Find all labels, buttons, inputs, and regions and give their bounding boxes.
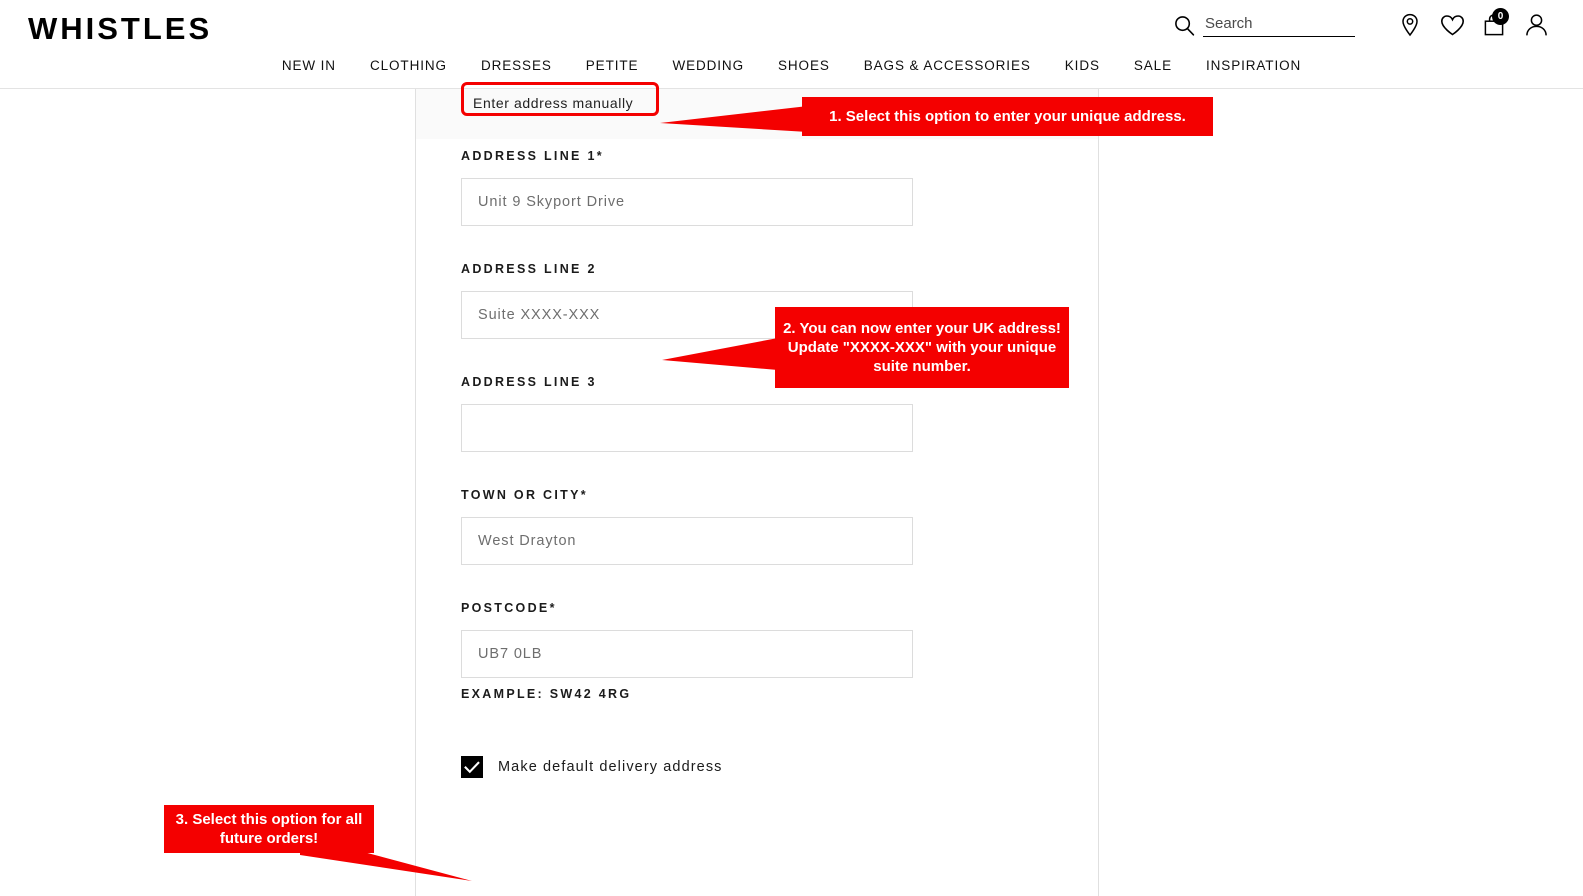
nav-item-new-in[interactable]: NEW IN <box>265 58 353 73</box>
field-postcode: POSTCODE* EXAMPLE: SW42 4RG <box>416 601 1098 701</box>
label-town-or-city: TOWN OR CITY* <box>461 488 1098 502</box>
label-text: ADDRESS LINE 2 <box>461 262 597 276</box>
label-text: ADDRESS LINE 1 <box>461 149 597 163</box>
search-input[interactable] <box>1203 15 1355 34</box>
address-line-1-input[interactable] <box>461 178 913 226</box>
page-root: WHISTLES Search 0 NEW IN CLOTHING DRESSE… <box>0 0 1583 896</box>
default-address-label[interactable]: Make default delivery address <box>498 759 723 775</box>
search-box[interactable] <box>1173 13 1355 37</box>
nav-item-inspiration[interactable]: INSPIRATION <box>1189 58 1318 73</box>
account-icon[interactable] <box>1515 9 1557 41</box>
required-marker: * <box>580 488 586 502</box>
main-navigation: NEW IN CLOTHING DRESSES PETITE WEDDING S… <box>0 58 1583 73</box>
address-form: ADDRESS LINE 1* ADDRESS LINE 2 ADDRESS L… <box>416 149 1098 778</box>
default-address-checkbox[interactable] <box>461 756 483 778</box>
default-address-row[interactable]: Make default delivery address <box>416 756 1098 778</box>
annotation-callout-1: 1. Select this option to enter your uniq… <box>802 97 1213 136</box>
site-header: WHISTLES Search 0 NEW IN CLOTHING DRESSE… <box>0 0 1583 89</box>
header-tools: 0 <box>1173 8 1557 41</box>
town-or-city-input[interactable] <box>461 517 913 565</box>
field-address-line-1: ADDRESS LINE 1* <box>416 149 1098 226</box>
label-text: ADDRESS LINE 3 <box>461 375 597 389</box>
nav-item-clothing[interactable]: CLOTHING <box>353 58 464 73</box>
brand-logo[interactable]: WHISTLES <box>28 10 212 48</box>
search-icon[interactable] <box>1173 13 1195 37</box>
required-marker: * <box>549 601 555 615</box>
nav-item-kids[interactable]: KIDS <box>1048 58 1117 73</box>
manual-address-link[interactable]: Enter address manually <box>473 95 634 115</box>
search-input-underline <box>1203 15 1355 37</box>
label-text: POSTCODE <box>461 601 550 615</box>
wishlist-icon[interactable] <box>1431 9 1473 41</box>
store-locator-icon[interactable] <box>1389 9 1431 41</box>
required-marker: * <box>596 149 602 163</box>
nav-item-dresses[interactable]: DRESSES <box>464 58 569 73</box>
postcode-example-note: EXAMPLE: SW42 4RG <box>461 687 632 701</box>
nav-item-petite[interactable]: PETITE <box>569 58 656 73</box>
nav-item-shoes[interactable]: SHOES <box>761 58 847 73</box>
label-address-line-1: ADDRESS LINE 1* <box>461 149 1098 163</box>
field-town-or-city: TOWN OR CITY* <box>416 488 1098 565</box>
address-form-column: Enter address manually ADDRESS LINE 1* A… <box>415 82 1099 896</box>
nav-item-bags-accessories[interactable]: BAGS & ACCESSORIES <box>847 58 1048 73</box>
annotation-callout-3: 3. Select this option for all future ord… <box>164 805 374 853</box>
bag-count-badge: 0 <box>1492 8 1509 25</box>
nav-item-wedding[interactable]: WEDDING <box>655 58 761 73</box>
annotation-callout-2: 2. You can now enter your UK address! Up… <box>775 307 1069 388</box>
nav-item-sale[interactable]: SALE <box>1117 58 1189 73</box>
address-line-3-input[interactable] <box>461 404 913 452</box>
bag-icon[interactable]: 0 <box>1473 8 1515 41</box>
label-address-line-2: ADDRESS LINE 2 <box>461 262 1098 276</box>
label-text: TOWN OR CITY <box>461 488 581 502</box>
checkmark-icon <box>464 760 480 773</box>
postcode-input[interactable] <box>461 630 913 678</box>
label-postcode: POSTCODE* <box>461 601 1098 615</box>
